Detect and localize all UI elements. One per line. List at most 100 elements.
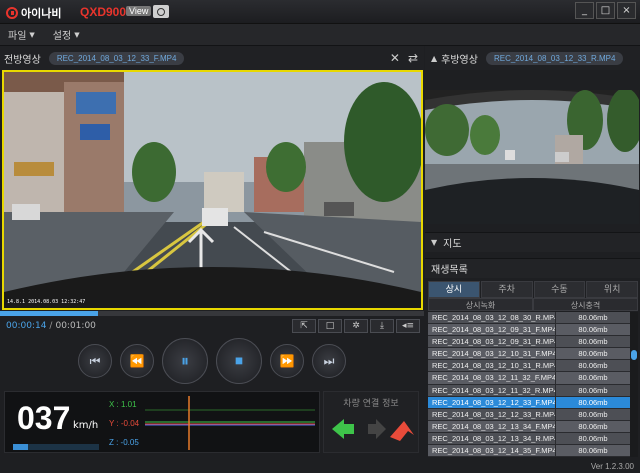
- file-list-scrollbar[interactable]: [630, 312, 638, 457]
- file-row[interactable]: REC_2014_08_03_12_10_31_R.MP4 80.06mb: [428, 360, 630, 373]
- menu-settings[interactable]: 설정 ▼: [52, 27, 80, 43]
- expand-icon: ▼: [431, 238, 438, 247]
- file-name: REC_2014_08_03_12_14_35_F.MP4: [428, 445, 557, 457]
- rewind-button[interactable]: ⏪: [120, 344, 154, 378]
- version-label: Ver 1.2.3.00: [590, 462, 634, 471]
- menu-settings-label: 설정: [52, 31, 72, 42]
- file-row[interactable]: REC_2014_08_03_12_13_34_R.MP4 80.06mb: [428, 432, 630, 446]
- wiper-icon: [390, 421, 414, 441]
- subtab-continuous-impact[interactable]: 상시충격: [533, 298, 638, 311]
- file-row[interactable]: REC_2014_08_03_12_12_33_F.MP4 80.06mb: [428, 396, 630, 409]
- file-row[interactable]: REC_2014_08_03_12_11_32_F.MP4 80.06mb: [428, 372, 630, 385]
- product-suffix: View: [126, 6, 152, 16]
- tab-3[interactable]: 위치: [586, 281, 638, 298]
- playlist-subtabs: 상시녹화 상시충격: [428, 298, 638, 311]
- map-section[interactable]: ▼ 지도: [425, 232, 640, 252]
- file-size: 80.06mb: [555, 384, 630, 397]
- file-name: REC_2014_08_03_12_11_32_F.MP4: [428, 372, 556, 385]
- speed-bar-fill: [13, 444, 29, 450]
- vehicle-link-title: 차량 연결 정보: [343, 399, 399, 409]
- map-section-label: 지도: [443, 239, 462, 250]
- swap-icon[interactable]: ⇄: [408, 51, 418, 65]
- file-row[interactable]: REC_2014_08_03_12_09_31_F.MP4 80.06mb: [428, 324, 630, 337]
- inavi-logo-icon: [6, 7, 18, 19]
- menu-bar: 파일 ▼ 설정 ▼: [0, 24, 640, 46]
- file-name: REC_2014_08_03_12_12_33_R.MP4: [428, 408, 558, 421]
- file-name: REC_2014_08_03_12_09_31_R.MP4: [428, 336, 558, 349]
- stop-button[interactable]: ⏹: [216, 338, 262, 384]
- file-size: 80.06mb: [555, 372, 630, 385]
- file-row[interactable]: REC_2014_08_03_12_12_33_R.MP4 80.06mb: [428, 408, 630, 421]
- vehicle-link-panel: 차량 연결 정보: [323, 391, 419, 453]
- file-size: 80.06mb: [555, 432, 630, 446]
- file-size: 80.06mb: [555, 360, 630, 373]
- collapse-icon[interactable]: ▲: [431, 54, 437, 63]
- time-row: 00:00:14 / 00:01:00 ⇱ □ ✲ ⤓ ◂≡: [0, 316, 424, 336]
- rear-file-name: REC_2014_08_03_12_33_R.MP4: [485, 51, 624, 65]
- tab-2[interactable]: 수동: [533, 281, 586, 298]
- menu-file-label: 파일: [8, 31, 27, 42]
- minimize-button[interactable]: _: [575, 2, 594, 19]
- arrow-right-icon: [368, 419, 386, 439]
- pause-button[interactable]: ⏸: [162, 338, 208, 384]
- file-row[interactable]: REC_2014_08_03_12_08_30_R.MP4 80.06mb: [428, 312, 630, 325]
- playback-controls: ⏮ ⏪ ⏸ ⏹ ⏩ ⏭: [0, 336, 424, 386]
- file-size: 80.06mb: [555, 420, 630, 433]
- volume-icon[interactable]: ◂≡: [396, 319, 420, 333]
- chevron-down-icon: ▼: [29, 30, 35, 39]
- file-size: 80.06mb: [555, 445, 630, 457]
- front-file-name: REC_2014_08_03_12_33_F.MP4: [48, 51, 185, 65]
- maximize-button[interactable]: □: [596, 2, 615, 19]
- skip-forward-button[interactable]: ⏭: [312, 344, 346, 378]
- download-icon[interactable]: ⤓: [370, 319, 394, 333]
- export-icon[interactable]: ⇱: [292, 319, 316, 333]
- file-size: 80.06mb: [555, 312, 630, 325]
- front-video-title: 전방영상: [4, 54, 41, 66]
- rear-video-frame: [425, 90, 639, 224]
- front-video[interactable]: 14.8.1 2014.08.03 12:32:47: [2, 70, 423, 310]
- skip-back-button[interactable]: ⏮: [78, 344, 112, 378]
- subtab-continuous-recording[interactable]: 상시녹화: [428, 298, 533, 311]
- fullscreen-icon[interactable]: ✕: [390, 51, 400, 65]
- fast-forward-button[interactable]: ⏩: [270, 344, 304, 378]
- arrow-left-icon: [332, 419, 354, 439]
- settings-icon[interactable]: ✲: [344, 319, 368, 333]
- tab-1[interactable]: 주차: [480, 281, 533, 298]
- tab-0[interactable]: 상시: [428, 281, 480, 298]
- video-timestamp: 14.8.1 2014.08.03 12:32:47: [7, 299, 86, 305]
- file-name: REC_2014_08_03_12_13_34_R.MP4: [428, 432, 558, 446]
- scrollbar-thumb[interactable]: [631, 350, 637, 360]
- front-video-frame: [4, 72, 421, 308]
- file-size: 80.06mb: [555, 396, 630, 409]
- g-sensor-y: Y : -0.04: [109, 419, 140, 428]
- file-size: 80.06mb: [555, 408, 630, 421]
- rear-video[interactable]: [425, 90, 639, 224]
- file-size: 80.06mb: [555, 336, 630, 349]
- file-name: REC_2014_08_03_12_08_30_R.MP4: [428, 312, 558, 325]
- file-name: REC_2014_08_03_12_13_34_F.MP4: [428, 420, 557, 433]
- speed-value: 037: [17, 400, 71, 436]
- g-sensor-x: X : 1.01: [109, 400, 137, 409]
- time-separator: /: [49, 321, 53, 331]
- file-row[interactable]: REC_2014_08_03_12_11_32_R.MP4 80.06mb: [428, 384, 630, 397]
- chevron-down-icon: ▼: [74, 30, 80, 39]
- menu-file[interactable]: 파일 ▼: [8, 27, 35, 43]
- g-sensor-z: Z : -0.05: [109, 438, 139, 447]
- file-row[interactable]: REC_2014_08_03_12_13_34_F.MP4 80.06mb: [428, 420, 630, 433]
- file-name: REC_2014_08_03_12_10_31_F.MP4: [428, 348, 557, 361]
- toolbar: ⇱ □ ✲ ⤓ ◂≡: [292, 319, 420, 333]
- rear-video-title: 후방영상: [441, 54, 478, 66]
- file-row[interactable]: REC_2014_08_03_12_09_31_R.MP4 80.06mb: [428, 336, 630, 349]
- app-logo: 아이나비: [6, 5, 61, 21]
- file-row[interactable]: REC_2014_08_03_12_10_31_F.MP4 80.06mb: [428, 348, 630, 361]
- file-row[interactable]: REC_2014_08_03_12_14_35_F.MP4 80.06mb: [428, 445, 630, 457]
- camera-icon[interactable]: [153, 5, 169, 18]
- current-time: 00:00:14: [6, 321, 47, 331]
- file-name: REC_2014_08_03_12_12_33_F.MP4: [428, 396, 557, 409]
- window-icon[interactable]: □: [318, 319, 342, 333]
- product-name: QXD900: [80, 5, 127, 19]
- close-button[interactable]: ×: [617, 2, 636, 19]
- rear-video-header: ▲ 후방영상 REC_2014_08_03_12_33_R.MP4: [425, 46, 640, 70]
- playlist-tabs: 상시 주차 수동 위치: [428, 281, 638, 298]
- title-bar: 아이나비 QXD900 View _ □ ×: [0, 0, 640, 24]
